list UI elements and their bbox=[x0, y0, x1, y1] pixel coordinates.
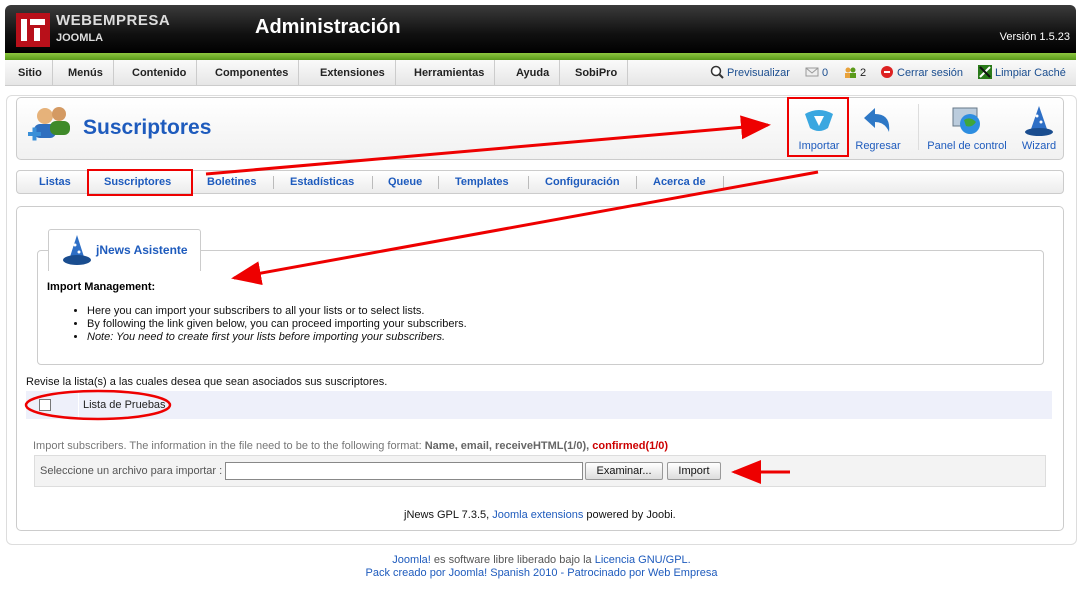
table-row: Lista de Pruebas bbox=[26, 391, 1052, 419]
admin-header: WEBEMPRESA JOOMLA Administración Versión… bbox=[5, 5, 1076, 53]
joomla-link[interactable]: Joomla! bbox=[392, 554, 431, 566]
clear-cache-link[interactable]: Limpiar Caché bbox=[978, 60, 1066, 86]
list-name: Lista de Pruebas bbox=[83, 399, 166, 411]
main-menu-bar: Sitio Menús Contenido Componentes Extens… bbox=[5, 60, 1076, 86]
tab-boletines[interactable]: Boletines bbox=[207, 176, 257, 188]
annotation-box-import bbox=[787, 97, 849, 157]
row-divider bbox=[78, 391, 79, 419]
messages-link[interactable]: 0 bbox=[805, 60, 828, 86]
clear-cache-label: Limpiar Caché bbox=[995, 67, 1066, 79]
menu-ayuda[interactable]: Ayuda bbox=[506, 60, 561, 86]
annotation-box-subscribers bbox=[87, 169, 193, 196]
brand-subname: JOOMLA bbox=[56, 32, 104, 44]
import-management-heading: Import Management: bbox=[47, 281, 156, 293]
users-icon bbox=[845, 67, 856, 78]
menu-menus[interactable]: Menús bbox=[58, 60, 114, 86]
magnifier-icon bbox=[710, 65, 724, 79]
broom-icon bbox=[978, 65, 992, 79]
list-item: Here you can import your subscribers to … bbox=[87, 305, 467, 318]
submenu-divider bbox=[636, 176, 637, 189]
preview-label: Previsualizar bbox=[727, 67, 790, 79]
subscribers-icon bbox=[28, 107, 70, 141]
menu-componentes[interactable]: Componentes bbox=[205, 60, 300, 86]
globe-icon bbox=[952, 107, 980, 134]
powered-suffix: powered by Joobi. bbox=[586, 509, 676, 521]
wizard-tab-title: jNews Asistente bbox=[96, 243, 188, 257]
submenu-divider bbox=[528, 176, 529, 189]
menu-sitio[interactable]: Sitio bbox=[8, 60, 53, 86]
import-format-confirmed: confirmed(1/0) bbox=[592, 440, 669, 452]
header-accent-bar bbox=[5, 53, 1076, 60]
tab-queue[interactable]: Queue bbox=[388, 176, 422, 188]
footer-license-text: es software libre liberado bajo la bbox=[433, 554, 592, 566]
control-panel-label: Panel de control bbox=[927, 140, 1007, 152]
upload-row: Seleccione un archivo para importar : Ex… bbox=[34, 455, 1046, 487]
tab-templates[interactable]: Templates bbox=[455, 176, 509, 188]
page-title: Suscriptores bbox=[83, 116, 212, 139]
users-count: 2 bbox=[860, 67, 867, 79]
logout-link[interactable]: Cerrar sesión bbox=[880, 60, 963, 86]
users-online: 2 bbox=[843, 60, 866, 86]
wizard-icon bbox=[63, 235, 91, 265]
import-format-info: Import subscribers. The information in t… bbox=[33, 440, 668, 452]
lists-prompt: Revise la lista(s) a las cuales desea qu… bbox=[26, 376, 388, 388]
logout-icon bbox=[881, 66, 893, 78]
wizard-icon bbox=[1025, 106, 1053, 136]
logout-label: Cerrar sesión bbox=[897, 67, 964, 79]
submenu-divider bbox=[438, 176, 439, 189]
envelope-icon bbox=[805, 67, 819, 77]
messages-count: 0 bbox=[822, 67, 829, 79]
submenu-divider bbox=[723, 176, 724, 189]
menu-sobipro[interactable]: SobiPro bbox=[565, 60, 629, 86]
header-title: Administración bbox=[255, 16, 401, 38]
import-submit-button[interactable]: Import bbox=[667, 462, 721, 480]
brand-name: WEBEMPRESA bbox=[56, 12, 171, 29]
back-button[interactable]: Regresar bbox=[850, 100, 906, 156]
joomla-extensions-link[interactable]: Joomla extensions bbox=[492, 509, 583, 521]
list-checkbox[interactable] bbox=[39, 399, 51, 411]
wizard-button-label: Wizard bbox=[1021, 140, 1057, 152]
list-item: By following the link given below, you c… bbox=[87, 318, 467, 331]
gpl-license-link[interactable]: Licencia GNU/GPL. bbox=[595, 554, 691, 566]
submenu-divider bbox=[372, 176, 373, 189]
toolbar-divider bbox=[918, 104, 919, 150]
menu-contenido[interactable]: Contenido bbox=[122, 60, 198, 86]
back-arrow-icon bbox=[864, 108, 890, 132]
file-input[interactable] bbox=[225, 462, 583, 480]
import-format-fields: Name, email, receiveHTML(1/0), bbox=[424, 440, 590, 452]
import-info-text: Import subscribers. The information in t… bbox=[33, 440, 422, 452]
wizard-button[interactable]: Wizard bbox=[1017, 100, 1061, 156]
menu-extensiones[interactable]: Extensiones bbox=[310, 60, 396, 86]
footer-license: Joomla! es software libre liberado bajo … bbox=[0, 554, 1083, 566]
import-instructions: Here you can import your subscribers to … bbox=[75, 305, 467, 344]
webempresa-logo-icon bbox=[16, 13, 50, 47]
back-button-label: Regresar bbox=[855, 140, 901, 152]
tab-listas[interactable]: Listas bbox=[39, 176, 71, 188]
tab-acerca-de[interactable]: Acerca de bbox=[653, 176, 706, 188]
powered-by: jNews GPL 7.3.5, Joomla extensions power… bbox=[404, 509, 676, 521]
menu-herramientas[interactable]: Herramientas bbox=[404, 60, 496, 86]
tab-estadisticas[interactable]: Estadísticas bbox=[290, 176, 354, 188]
preview-link[interactable]: Previsualizar bbox=[710, 60, 790, 86]
submenu-divider bbox=[273, 176, 274, 189]
control-panel-button[interactable]: Panel de control bbox=[925, 100, 1009, 156]
list-item: Note: You need to create first your list… bbox=[87, 331, 467, 344]
tab-configuracion[interactable]: Configuración bbox=[545, 176, 620, 188]
footer-credits[interactable]: Pack creado por Joomla! Spanish 2010 - P… bbox=[0, 567, 1083, 579]
file-label: Seleccione un archivo para importar : bbox=[40, 465, 223, 477]
version-label: Versión 1.5.23 bbox=[999, 31, 1070, 43]
browse-button[interactable]: Examinar... bbox=[585, 462, 663, 480]
powered-prefix: jNews GPL 7.3.5, bbox=[404, 509, 490, 521]
